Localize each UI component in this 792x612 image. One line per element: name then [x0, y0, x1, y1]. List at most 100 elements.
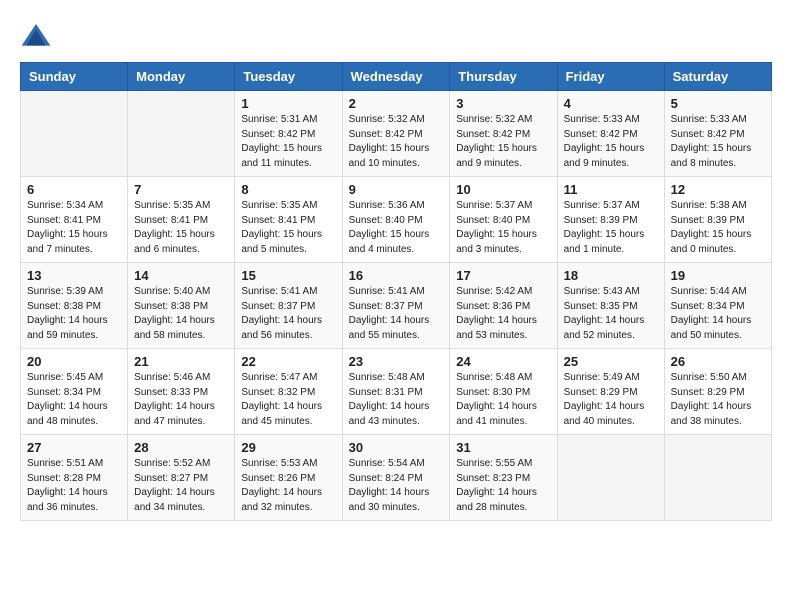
day-info: Sunrise: 5:36 AM Sunset: 8:40 PM Dayligh…	[349, 199, 444, 257]
calendar-cell	[664, 435, 771, 521]
calendar-cell: 29 Sunrise: 5:53 AM Sunset: 8:26 PM Dayli…	[235, 435, 342, 521]
day-info: Sunrise: 5:47 AM Sunset: 8:32 PM Dayligh…	[241, 371, 335, 429]
calendar-cell: 20 Sunrise: 5:45 AM Sunset: 8:34 PM Dayli…	[21, 349, 128, 435]
day-number: 27	[27, 440, 121, 455]
calendar-cell: 16Sunrise: 5:41 AM Sunset: 8:37 PM Dayli…	[342, 263, 450, 349]
day-number: 7	[134, 182, 228, 197]
calendar-cell: 14Sunrise: 5:40 AM Sunset: 8:38 PM Dayli…	[128, 263, 235, 349]
day-number: 6	[27, 182, 121, 197]
day-number: 25	[564, 354, 658, 369]
weekday-header: Wednesday	[342, 63, 450, 91]
day-number: 13	[27, 268, 121, 283]
calendar-cell: 26 Sunrise: 5:50 AM Sunset: 8:29 PM Dayli…	[664, 349, 771, 435]
day-info: Sunrise: 5:48 AM Sunset: 8:31 PM Dayligh…	[349, 371, 444, 429]
day-number: 9	[349, 182, 444, 197]
calendar-week-row: 1 Sunrise: 5:31 AM Sunset: 8:42 PM Daylig…	[21, 91, 772, 177]
calendar-cell: 15 Sunrise: 5:41 AM Sunset: 8:37 PM Dayli…	[235, 263, 342, 349]
day-number: 29	[241, 440, 335, 455]
day-number: 22	[241, 354, 335, 369]
day-info: Sunrise: 5:46 AM Sunset: 8:33 PM Dayligh…	[134, 371, 228, 429]
day-number: 11	[564, 182, 658, 197]
calendar-cell: 6Sunrise: 5:34 AM Sunset: 8:41 PM Daylig…	[21, 177, 128, 263]
day-number: 26	[671, 354, 765, 369]
day-info: Sunrise: 5:32 AM Sunset: 8:42 PM Dayligh…	[456, 113, 550, 171]
day-number: 20	[27, 354, 121, 369]
day-number: 8	[241, 182, 335, 197]
day-info: Sunrise: 5:33 AM Sunset: 8:42 PM Dayligh…	[564, 113, 658, 171]
day-info: Sunrise: 5:37 AM Sunset: 8:39 PM Dayligh…	[564, 199, 658, 257]
day-number: 1	[241, 96, 335, 111]
calendar-cell: 25Sunrise: 5:49 AM Sunset: 8:29 PM Dayli…	[557, 349, 664, 435]
calendar-cell	[21, 91, 128, 177]
day-info: Sunrise: 5:41 AM Sunset: 8:37 PM Dayligh…	[241, 285, 335, 343]
day-info: Sunrise: 5:52 AM Sunset: 8:27 PM Dayligh…	[134, 457, 228, 515]
calendar-cell: 28 Sunrise: 5:52 AM Sunset: 8:27 PM Dayli…	[128, 435, 235, 521]
day-number: 19	[671, 268, 765, 283]
logo	[20, 20, 56, 52]
calendar-cell: 3 Sunrise: 5:32 AM Sunset: 8:42 PM Daylig…	[450, 91, 557, 177]
weekday-header: Friday	[557, 63, 664, 91]
calendar-cell: 4Sunrise: 5:33 AM Sunset: 8:42 PM Daylig…	[557, 91, 664, 177]
day-info: Sunrise: 5:50 AM Sunset: 8:29 PM Dayligh…	[671, 371, 765, 429]
day-number: 3	[456, 96, 550, 111]
day-info: Sunrise: 5:53 AM Sunset: 8:26 PM Dayligh…	[241, 457, 335, 515]
day-info: Sunrise: 5:37 AM Sunset: 8:40 PM Dayligh…	[456, 199, 550, 257]
weekday-header: Monday	[128, 63, 235, 91]
day-info: Sunrise: 5:38 AM Sunset: 8:39 PM Dayligh…	[671, 199, 765, 257]
day-number: 2	[349, 96, 444, 111]
calendar-cell: 30 Sunrise: 5:54 AM Sunset: 8:24 PM Dayli…	[342, 435, 450, 521]
calendar-cell: 19 Sunrise: 5:44 AM Sunset: 8:34 PM Dayli…	[664, 263, 771, 349]
calendar-cell: 9 Sunrise: 5:36 AM Sunset: 8:40 PM Daylig…	[342, 177, 450, 263]
weekday-header: Saturday	[664, 63, 771, 91]
day-info: Sunrise: 5:32 AM Sunset: 8:42 PM Dayligh…	[349, 113, 444, 171]
calendar-cell: 27Sunrise: 5:51 AM Sunset: 8:28 PM Dayli…	[21, 435, 128, 521]
day-number: 30	[349, 440, 444, 455]
day-info: Sunrise: 5:45 AM Sunset: 8:34 PM Dayligh…	[27, 371, 121, 429]
day-number: 28	[134, 440, 228, 455]
day-number: 14	[134, 268, 228, 283]
weekday-header: Tuesday	[235, 63, 342, 91]
calendar-cell: 5Sunrise: 5:33 AM Sunset: 8:42 PM Daylig…	[664, 91, 771, 177]
day-info: Sunrise: 5:43 AM Sunset: 8:35 PM Dayligh…	[564, 285, 658, 343]
calendar-cell	[128, 91, 235, 177]
day-number: 24	[456, 354, 550, 369]
day-number: 5	[671, 96, 765, 111]
day-number: 23	[349, 354, 444, 369]
day-info: Sunrise: 5:48 AM Sunset: 8:30 PM Dayligh…	[456, 371, 550, 429]
day-number: 10	[456, 182, 550, 197]
day-number: 31	[456, 440, 550, 455]
calendar-cell: 8 Sunrise: 5:35 AM Sunset: 8:41 PM Daylig…	[235, 177, 342, 263]
day-info: Sunrise: 5:44 AM Sunset: 8:34 PM Dayligh…	[671, 285, 765, 343]
day-number: 17	[456, 268, 550, 283]
day-info: Sunrise: 5:39 AM Sunset: 8:38 PM Dayligh…	[27, 285, 121, 343]
day-number: 16	[349, 268, 444, 283]
day-info: Sunrise: 5:42 AM Sunset: 8:36 PM Dayligh…	[456, 285, 550, 343]
day-info: Sunrise: 5:54 AM Sunset: 8:24 PM Dayligh…	[349, 457, 444, 515]
calendar-cell: 21 Sunrise: 5:46 AM Sunset: 8:33 PM Dayli…	[128, 349, 235, 435]
day-info: Sunrise: 5:31 AM Sunset: 8:42 PM Dayligh…	[241, 113, 335, 171]
day-info: Sunrise: 5:35 AM Sunset: 8:41 PM Dayligh…	[134, 199, 228, 257]
weekday-header: Sunday	[21, 63, 128, 91]
calendar-table: SundayMondayTuesdayWednesdayThursdayFrid…	[20, 62, 772, 521]
calendar-week-row: 6Sunrise: 5:34 AM Sunset: 8:41 PM Daylig…	[21, 177, 772, 263]
day-number: 21	[134, 354, 228, 369]
logo-icon	[20, 20, 52, 52]
calendar-cell: 1 Sunrise: 5:31 AM Sunset: 8:42 PM Daylig…	[235, 91, 342, 177]
calendar-cell: 22 Sunrise: 5:47 AM Sunset: 8:32 PM Dayli…	[235, 349, 342, 435]
day-number: 18	[564, 268, 658, 283]
calendar-cell: 18 Sunrise: 5:43 AM Sunset: 8:35 PM Dayli…	[557, 263, 664, 349]
day-info: Sunrise: 5:35 AM Sunset: 8:41 PM Dayligh…	[241, 199, 335, 257]
day-number: 12	[671, 182, 765, 197]
day-number: 15	[241, 268, 335, 283]
day-info: Sunrise: 5:55 AM Sunset: 8:23 PM Dayligh…	[456, 457, 550, 515]
calendar-cell: 12 Sunrise: 5:38 AM Sunset: 8:39 PM Dayli…	[664, 177, 771, 263]
calendar-week-row: 20 Sunrise: 5:45 AM Sunset: 8:34 PM Dayli…	[21, 349, 772, 435]
calendar-cell: 17 Sunrise: 5:42 AM Sunset: 8:36 PM Dayli…	[450, 263, 557, 349]
calendar-cell: 11 Sunrise: 5:37 AM Sunset: 8:39 PM Dayli…	[557, 177, 664, 263]
page-header	[20, 20, 772, 52]
calendar-week-row: 13 Sunrise: 5:39 AM Sunset: 8:38 PM Dayli…	[21, 263, 772, 349]
calendar-cell	[557, 435, 664, 521]
calendar-cell: 23 Sunrise: 5:48 AM Sunset: 8:31 PM Dayli…	[342, 349, 450, 435]
calendar-cell: 2 Sunrise: 5:32 AM Sunset: 8:42 PM Daylig…	[342, 91, 450, 177]
weekday-header: Thursday	[450, 63, 557, 91]
